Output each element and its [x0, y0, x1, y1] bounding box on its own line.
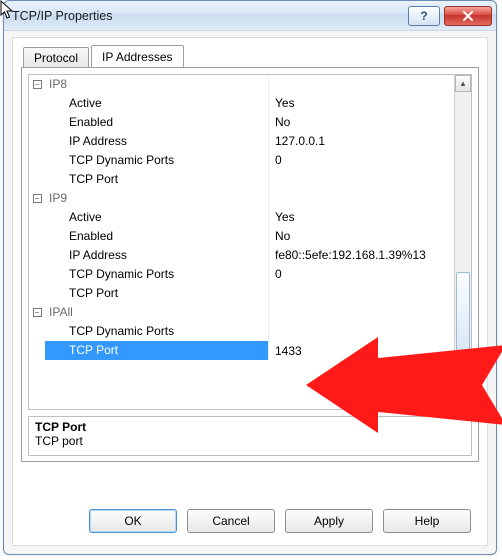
group-ipall[interactable]: − IPAll [29, 303, 454, 322]
prop-ip8-address[interactable]: IP Address 127.0.0.1 [29, 132, 454, 151]
tab-strip: Protocol IP Addresses [23, 46, 479, 68]
prop-label: TCP Dynamic Ports [45, 151, 269, 170]
prop-label: IP Address [45, 132, 269, 151]
prop-ip8-port[interactable]: TCP Port [29, 170, 454, 189]
prop-ip8-active[interactable]: Active Yes [29, 94, 454, 113]
prop-ipall-dynports[interactable]: TCP Dynamic Ports [29, 322, 454, 341]
prop-ip9-enabled[interactable]: Enabled No [29, 227, 454, 246]
help-button[interactable]: ? [408, 6, 440, 26]
description-title: TCP Port [35, 420, 465, 434]
scroll-track[interactable] [455, 92, 471, 392]
property-grid: − IP8 Active Yes Enabled No [28, 74, 472, 410]
prop-value[interactable]: Yes [269, 208, 454, 227]
prop-value[interactable]: No [269, 113, 454, 132]
tab-pane: − IP8 Active Yes Enabled No [21, 67, 479, 462]
prop-ip8-dynports[interactable]: TCP Dynamic Ports 0 [29, 151, 454, 170]
tab-ip-addresses[interactable]: IP Addresses [91, 45, 184, 68]
dialog-window: TCP/IP Properties ? Protocol IP Addresse… [3, 0, 497, 555]
group-label: IP9 [45, 189, 269, 208]
group-label: IPAll [45, 303, 269, 322]
prop-ip9-active[interactable]: Active Yes [29, 208, 454, 227]
apply-button[interactable]: Apply [285, 509, 373, 533]
prop-value[interactable]: No [269, 227, 454, 246]
scroll-thumb[interactable] [456, 272, 470, 352]
prop-ip9-dynports[interactable]: TCP Dynamic Ports 0 [29, 265, 454, 284]
prop-label: Enabled [45, 113, 269, 132]
prop-label: TCP Port [45, 170, 269, 189]
prop-label: TCP Port [45, 341, 269, 360]
window-title: TCP/IP Properties [12, 9, 408, 23]
grid-rows: − IP8 Active Yes Enabled No [29, 75, 454, 409]
scroll-down-button[interactable]: ▼ [455, 392, 471, 409]
scroll-up-button[interactable]: ▲ [455, 75, 471, 92]
collapse-icon[interactable]: − [33, 308, 42, 317]
group-ip8[interactable]: − IP8 [29, 75, 454, 94]
titlebar: TCP/IP Properties ? [4, 1, 496, 31]
client-area: Protocol IP Addresses − IP8 Active Yes [12, 37, 488, 546]
prop-ip9-address[interactable]: IP Address fe80::5efe:192.168.1.39%13 [29, 246, 454, 265]
collapse-icon[interactable]: − [33, 80, 42, 89]
group-ip9[interactable]: − IP9 [29, 189, 454, 208]
prop-label: IP Address [45, 246, 269, 265]
prop-value[interactable] [269, 322, 454, 341]
ok-button[interactable]: OK [89, 509, 177, 533]
collapse-icon[interactable]: − [33, 194, 42, 203]
prop-value[interactable]: 127.0.0.1 [269, 132, 454, 151]
description-text: TCP port [35, 434, 465, 448]
prop-ip8-enabled[interactable]: Enabled No [29, 113, 454, 132]
tab-protocol[interactable]: Protocol [23, 47, 89, 69]
tcp-port-input[interactable] [275, 341, 454, 360]
cancel-button[interactable]: Cancel [187, 509, 275, 533]
prop-value[interactable]: fe80::5efe:192.168.1.39%13 [269, 246, 454, 265]
prop-ip9-port[interactable]: TCP Port [29, 284, 454, 303]
prop-label: Enabled [45, 227, 269, 246]
prop-value-editing[interactable] [269, 341, 454, 360]
prop-label: Active [45, 208, 269, 227]
prop-value[interactable]: Yes [269, 94, 454, 113]
prop-value[interactable] [269, 170, 454, 189]
window-buttons: ? [408, 6, 492, 26]
close-button[interactable] [444, 6, 492, 26]
prop-label: TCP Dynamic Ports [45, 322, 269, 341]
description-pane: TCP Port TCP port [28, 416, 472, 456]
button-row: OK Cancel Apply Help [25, 509, 475, 533]
prop-label: TCP Port [45, 284, 269, 303]
prop-label: Active [45, 94, 269, 113]
help-button[interactable]: Help [383, 509, 471, 533]
prop-ipall-port[interactable]: TCP Port [29, 341, 454, 360]
prop-value[interactable] [269, 284, 454, 303]
prop-value[interactable]: 0 [269, 265, 454, 284]
scrollbar[interactable]: ▲ ▼ [454, 75, 471, 409]
prop-value[interactable]: 0 [269, 151, 454, 170]
group-label: IP8 [45, 75, 269, 94]
prop-label: TCP Dynamic Ports [45, 265, 269, 284]
